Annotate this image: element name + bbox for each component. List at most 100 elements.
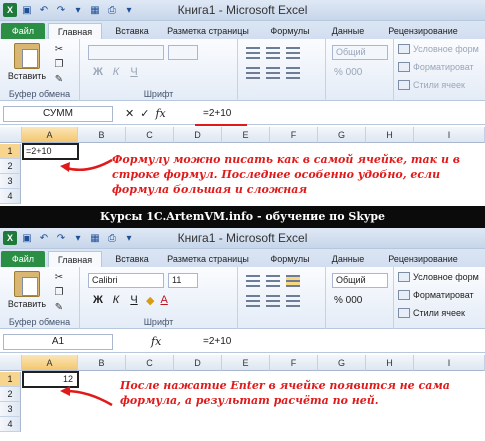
tab-formulas[interactable]: Формулы <box>262 251 318 267</box>
column-header[interactable]: I <box>414 355 485 371</box>
row-header[interactable]: 4 <box>0 189 21 204</box>
column-header[interactable]: D <box>174 127 222 143</box>
align-center-icon[interactable] <box>266 295 280 307</box>
cell-styles-icon <box>398 308 410 318</box>
format-as-table-button[interactable]: Форматироват <box>398 62 474 72</box>
conditional-format-button[interactable]: Условное форм <box>398 44 479 54</box>
column-header[interactable]: C <box>126 127 174 143</box>
align-middle-icon[interactable] <box>266 47 280 59</box>
tab-formulas[interactable]: Формулы <box>262 23 318 39</box>
cell-styles-button[interactable]: Стили ячеек <box>398 308 465 318</box>
column-header[interactable]: G <box>318 355 366 371</box>
tab-insert[interactable]: Вставка <box>106 251 158 267</box>
column-header[interactable]: C <box>126 355 174 371</box>
row-header[interactable]: 3 <box>0 402 21 417</box>
cut-icon[interactable]: ✂ <box>52 271 66 283</box>
column-header[interactable]: I <box>414 127 485 143</box>
column-header[interactable]: B <box>78 355 126 371</box>
align-middle-icon[interactable] <box>266 275 280 287</box>
paste-button[interactable]: Вставить <box>4 271 50 309</box>
align-left-icon[interactable] <box>246 67 260 79</box>
align-bottom-icon[interactable] <box>286 275 300 287</box>
italic-icon[interactable]: К <box>110 294 122 307</box>
column-header[interactable]: F <box>270 355 318 371</box>
font-size-select[interactable]: 11 <box>168 273 198 288</box>
row-header[interactable]: 2 <box>0 159 21 174</box>
column-header[interactable]: A <box>22 355 78 371</box>
select-all-corner[interactable] <box>0 127 22 143</box>
format-painter-icon[interactable]: ✎ <box>52 301 66 313</box>
align-center-icon[interactable] <box>266 67 280 79</box>
row-header[interactable]: 1 <box>0 144 21 159</box>
insert-function-icon[interactable]: fx <box>151 334 161 350</box>
underline-icon[interactable]: Ч <box>128 66 140 78</box>
tab-page-layout[interactable]: Разметка страницы <box>160 23 256 39</box>
select-all-corner[interactable] <box>0 355 22 371</box>
align-top-icon[interactable] <box>246 47 260 59</box>
formula-input[interactable]: =2+10 <box>199 106 481 122</box>
font-name-select[interactable]: Calibri <box>88 273 164 288</box>
insert-function-icon[interactable]: fx <box>155 106 165 122</box>
font-format-row: ЖКЧ ◆ A <box>92 294 168 307</box>
tab-file[interactable]: Файл <box>1 251 45 267</box>
font-color-icon[interactable]: A <box>160 294 167 307</box>
font-name-select[interactable] <box>88 45 164 60</box>
column-header[interactable]: E <box>222 355 270 371</box>
number-format-select[interactable]: Общий <box>332 273 388 288</box>
font-size-select[interactable] <box>168 45 198 60</box>
formula-bar: СУММ ✕ ✓ fx =2+10 <box>0 103 485 126</box>
column-header[interactable]: B <box>78 127 126 143</box>
number-format-select[interactable]: Общий <box>332 45 388 60</box>
tab-data[interactable]: Данные <box>322 251 374 267</box>
name-box[interactable]: СУММ <box>3 106 113 122</box>
align-bottom-icon[interactable] <box>286 47 300 59</box>
column-header[interactable]: H <box>366 355 414 371</box>
cut-icon[interactable]: ✂ <box>52 43 66 55</box>
column-header[interactable]: G <box>318 127 366 143</box>
font-group: Calibri 11 ЖКЧ ◆ A Шрифт <box>80 267 238 329</box>
row-header[interactable]: 3 <box>0 174 21 189</box>
conditional-format-button[interactable]: Условное форм <box>398 272 479 282</box>
tab-review[interactable]: Рецензирование <box>378 23 468 39</box>
column-header[interactable]: D <box>174 355 222 371</box>
paste-button[interactable]: Вставить <box>4 43 50 81</box>
tab-data[interactable]: Данные <box>322 23 374 39</box>
percent-icon[interactable]: % 000 <box>334 295 362 306</box>
align-right-icon[interactable] <box>286 295 300 307</box>
align-right-icon[interactable] <box>286 67 300 79</box>
column-header[interactable]: F <box>270 127 318 143</box>
tab-insert[interactable]: Вставка <box>106 23 158 39</box>
formula-input[interactable]: =2+10 <box>199 334 481 350</box>
tab-review[interactable]: Рецензирование <box>378 251 468 267</box>
underline-icon[interactable]: Ч <box>128 294 140 307</box>
cancel-icon[interactable]: ✕ <box>125 106 134 122</box>
italic-icon[interactable]: К <box>110 66 122 78</box>
cell-styles-button[interactable]: Стили ячеек <box>398 80 465 90</box>
row-header[interactable]: 1 <box>0 372 21 387</box>
arrow-icon <box>60 386 113 407</box>
bold-icon[interactable]: Ж <box>92 294 104 307</box>
enter-icon[interactable]: ✓ <box>140 106 149 122</box>
tab-file[interactable]: Файл <box>1 23 45 39</box>
align-left-icon[interactable] <box>246 295 260 307</box>
column-header[interactable]: A <box>22 127 78 143</box>
percent-icon[interactable]: % 000 <box>334 67 362 78</box>
title-bar: X ▣ ↶ ↷ ▾ ▦ ⎙ ▾ Книга1 - Microsoft Excel <box>0 0 485 21</box>
align-top-icon[interactable] <box>246 275 260 287</box>
row-header[interactable]: 4 <box>0 417 21 432</box>
column-header[interactable]: E <box>222 127 270 143</box>
bold-icon[interactable]: Ж <box>92 66 104 78</box>
clipboard-label: Буфер обмена <box>8 89 71 99</box>
tab-home[interactable]: Главная <box>48 23 102 39</box>
tab-home[interactable]: Главная <box>48 251 102 267</box>
fill-color-icon[interactable]: ◆ <box>146 294 154 307</box>
row-header[interactable]: 2 <box>0 387 21 402</box>
copy-icon[interactable]: ❐ <box>52 286 66 298</box>
name-box[interactable]: A1 <box>3 334 113 350</box>
column-header[interactable]: H <box>366 127 414 143</box>
format-painter-icon[interactable]: ✎ <box>52 73 66 85</box>
copy-icon[interactable]: ❐ <box>52 58 66 70</box>
format-as-table-button[interactable]: Форматироват <box>398 290 474 300</box>
formula-underline <box>195 124 247 126</box>
tab-page-layout[interactable]: Разметка страницы <box>160 251 256 267</box>
